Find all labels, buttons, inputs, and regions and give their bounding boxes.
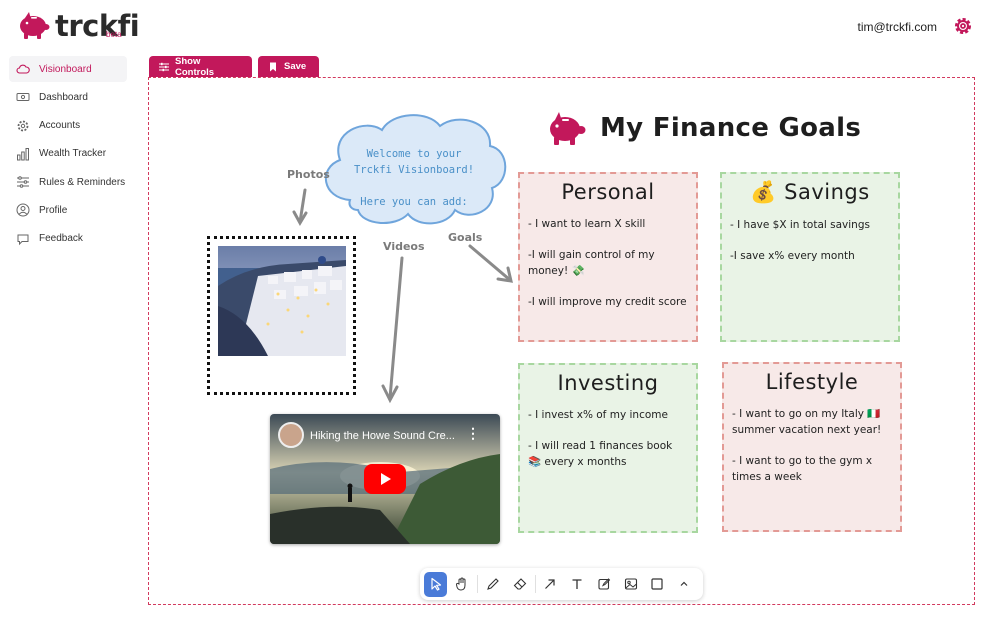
toolbar-divider bbox=[534, 575, 536, 593]
card-line: -I save x% every month bbox=[730, 250, 855, 262]
goal-card-investing[interactable]: Investing - I invest x% of my income - I… bbox=[518, 363, 698, 533]
sliders-icon bbox=[17, 176, 29, 188]
card-line: - I will read 1 finances book 📚 every x … bbox=[528, 440, 673, 468]
sidebar-item-accounts[interactable]: Accounts bbox=[9, 113, 127, 139]
select-icon bbox=[431, 577, 441, 591]
card-title: Investing bbox=[557, 371, 659, 395]
rectangle-icon bbox=[651, 578, 663, 590]
save-label: Save bbox=[284, 61, 307, 72]
goals-label[interactable]: Goals bbox=[448, 231, 482, 244]
hand-tool-button[interactable] bbox=[451, 572, 474, 597]
card-line: - I invest x% of my income bbox=[528, 409, 668, 421]
card-line: - I want to go on my Italy 🇮🇹 summer vac… bbox=[732, 408, 882, 436]
arrow-icon bbox=[545, 579, 556, 589]
more-tools-button[interactable] bbox=[672, 572, 695, 597]
channel-avatar[interactable] bbox=[278, 422, 304, 448]
videos-label[interactable]: Videos bbox=[383, 240, 425, 253]
save-button[interactable]: Save bbox=[258, 56, 319, 77]
chat-icon bbox=[17, 234, 29, 245]
sidebar-item-label: Wealth Tracker bbox=[39, 148, 107, 160]
user-icon bbox=[16, 203, 30, 217]
bookmark-icon bbox=[270, 62, 276, 71]
sidebar-item-rules-reminders[interactable]: Rules & Reminders bbox=[9, 169, 127, 195]
sidebar-item-profile[interactable]: Profile bbox=[9, 197, 127, 223]
board-title[interactable]: My Finance Goals bbox=[544, 110, 861, 146]
text-tool-button[interactable] bbox=[565, 572, 588, 597]
photos-label[interactable]: Photos bbox=[287, 168, 330, 181]
user-email[interactable]: tim@trckfi.com bbox=[857, 20, 937, 34]
card-line: -I will improve my credit score bbox=[528, 296, 687, 308]
card-line: - I have $X in total savings bbox=[730, 219, 870, 231]
note-tool-button[interactable] bbox=[592, 572, 615, 597]
goal-card-savings[interactable]: 💰 Savings - I have $X in total savings -… bbox=[720, 172, 900, 342]
image-tool-button[interactable] bbox=[619, 572, 642, 597]
video-title[interactable]: Hiking the Howe Sound Cre... bbox=[310, 430, 455, 442]
piggy-bank-icon bbox=[550, 112, 586, 145]
sidebar-item-visionboard[interactable]: Visionboard bbox=[9, 56, 127, 82]
sidebar-item-label: Dashboard bbox=[39, 91, 88, 103]
card-title: 💰 Savings bbox=[750, 180, 870, 204]
image-icon bbox=[624, 578, 637, 590]
drawing-toolbar bbox=[420, 568, 703, 600]
video-embed[interactable]: Hiking the Howe Sound Cre... ⋮ bbox=[270, 414, 500, 544]
goal-card-personal[interactable]: Personal - I want to learn X skill -I wi… bbox=[518, 172, 698, 342]
sidebar-item-label: Visionboard bbox=[39, 63, 92, 75]
money-icon bbox=[16, 93, 30, 102]
card-line: - I want to learn X skill bbox=[528, 218, 646, 230]
gear-icon bbox=[17, 120, 29, 131]
sidebar: Visionboard Dashboard Accounts Wealth Tr… bbox=[9, 56, 127, 254]
sidebar-item-label: Feedback bbox=[39, 233, 83, 245]
sidebar-item-wealth-tracker[interactable]: Wealth Tracker bbox=[9, 141, 127, 167]
cloud-line: Here you can add: bbox=[360, 196, 468, 208]
card-title: Lifestyle bbox=[765, 370, 859, 394]
rectangle-tool-button[interactable] bbox=[646, 572, 669, 597]
play-button-icon[interactable] bbox=[364, 464, 406, 494]
sliders-icon bbox=[159, 62, 169, 71]
card-title: Personal bbox=[561, 180, 655, 204]
cloud-line: Welcome to your bbox=[366, 148, 462, 160]
chevron-up-icon bbox=[680, 581, 688, 586]
more-vertical-icon[interactable]: ⋮ bbox=[466, 426, 480, 440]
show-controls-label: Show Controls bbox=[175, 55, 215, 78]
show-controls-button[interactable]: Show Controls bbox=[149, 55, 252, 78]
toolbar-divider bbox=[477, 575, 479, 593]
brand-name: trckfi bbox=[55, 9, 140, 43]
text-icon bbox=[572, 579, 582, 589]
cloud-icon bbox=[16, 64, 30, 74]
sidebar-item-dashboard[interactable]: Dashboard bbox=[9, 84, 127, 110]
sidebar-item-label: Accounts bbox=[39, 120, 81, 132]
card-line: -I will gain control of my money! 💸 bbox=[528, 249, 655, 277]
photo-image bbox=[218, 246, 346, 356]
welcome-cloud[interactable]: Welcome to your Trckfi Visionboard! Here… bbox=[340, 146, 488, 210]
eraser-icon bbox=[513, 578, 527, 590]
arrow-tool-button[interactable] bbox=[539, 572, 562, 597]
note-icon bbox=[598, 578, 611, 590]
board-title-text: My Finance Goals bbox=[600, 113, 862, 143]
piggy-bank-icon bbox=[20, 12, 50, 39]
eraser-tool-button[interactable] bbox=[508, 572, 531, 597]
select-tool-button[interactable] bbox=[424, 571, 448, 597]
bar-chart-icon bbox=[17, 147, 29, 161]
hand-icon bbox=[456, 577, 466, 591]
sidebar-item-feedback[interactable]: Feedback bbox=[9, 226, 127, 252]
sidebar-item-label: Profile bbox=[39, 204, 68, 216]
goal-card-lifestyle[interactable]: Lifestyle - I want to go on my Italy 🇮🇹 … bbox=[722, 362, 902, 532]
card-line: - I want to go to the gym x times a week bbox=[732, 455, 873, 483]
pencil-icon bbox=[487, 578, 499, 590]
sidebar-item-label: Rules & Reminders bbox=[39, 176, 126, 188]
settings-gear-icon[interactable] bbox=[953, 16, 973, 36]
santorini-photo[interactable] bbox=[218, 246, 346, 356]
cloud-line: Trckfi Visionboard! bbox=[353, 164, 475, 176]
beta-badge: beta bbox=[106, 30, 122, 39]
pencil-tool-button[interactable] bbox=[481, 572, 504, 597]
